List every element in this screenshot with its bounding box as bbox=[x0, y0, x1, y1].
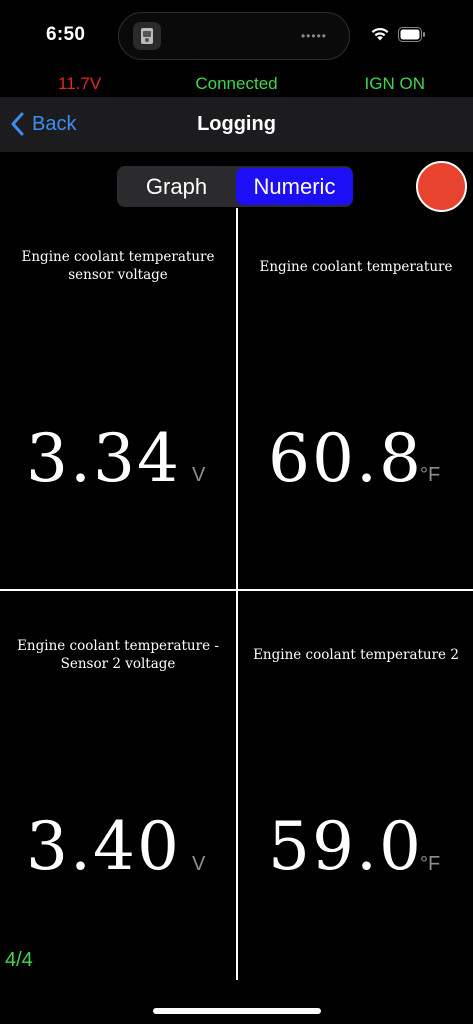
segment-graph[interactable]: Graph bbox=[117, 166, 236, 207]
battery-icon bbox=[398, 27, 425, 42]
gauge-value: 60.8 bbox=[268, 420, 423, 497]
gauge-unit: °F bbox=[420, 853, 441, 875]
status-time: 6:50 bbox=[46, 24, 86, 45]
record-button[interactable] bbox=[416, 161, 467, 212]
gauge-cell-coolant-temperature-2[interactable]: Engine coolant temperature 2 59.0 °F bbox=[238, 591, 473, 980]
gauge-label: Engine coolant temperature 2 bbox=[253, 647, 459, 663]
gauge-cell-coolant-temperature[interactable]: Engine coolant temperature 60.8 °F bbox=[238, 208, 473, 589]
gauge-unit: V bbox=[192, 464, 206, 486]
dynamic-island[interactable]: ••••• bbox=[118, 12, 350, 60]
wifi-icon bbox=[371, 27, 389, 41]
app-icon bbox=[133, 22, 161, 50]
numeric-grid: Engine coolant temperature sensor voltag… bbox=[0, 208, 473, 980]
island-dots: ••••• bbox=[300, 29, 327, 43]
gauge-cell-coolant-sensor-2-voltage[interactable]: Engine coolant temperature - Sensor 2 vo… bbox=[0, 591, 236, 980]
gauge-label: Engine coolant temperature sensor voltag… bbox=[21, 249, 215, 283]
segment-numeric[interactable]: Numeric bbox=[236, 168, 353, 205]
ignition-status: IGN ON bbox=[364, 74, 425, 93]
view-mode-segmented-control: Graph Numeric bbox=[117, 166, 353, 207]
gauge-value: 59.0 bbox=[268, 808, 423, 885]
gauge-label: Engine coolant temperature bbox=[259, 259, 453, 275]
page-title: Logging bbox=[197, 113, 276, 135]
gauge-value: 3.34 bbox=[26, 420, 181, 497]
status-bar: 6:50 ••••• bbox=[0, 0, 473, 70]
page-indicator: 4/4 bbox=[5, 949, 33, 971]
gauge-value: 3.40 bbox=[26, 808, 181, 885]
gauge-unit: V bbox=[192, 853, 206, 875]
gauge-label: Engine coolant temperature - Sensor 2 vo… bbox=[17, 638, 219, 672]
gauge-unit: °F bbox=[420, 464, 441, 486]
connection-status-row: 11.7V Connected IGN ON bbox=[0, 74, 473, 96]
gauge-cell-coolant-sensor-voltage[interactable]: Engine coolant temperature sensor voltag… bbox=[0, 208, 236, 589]
home-indicator[interactable] bbox=[153, 1008, 321, 1014]
navigation-bar: Back Logging bbox=[0, 97, 473, 152]
